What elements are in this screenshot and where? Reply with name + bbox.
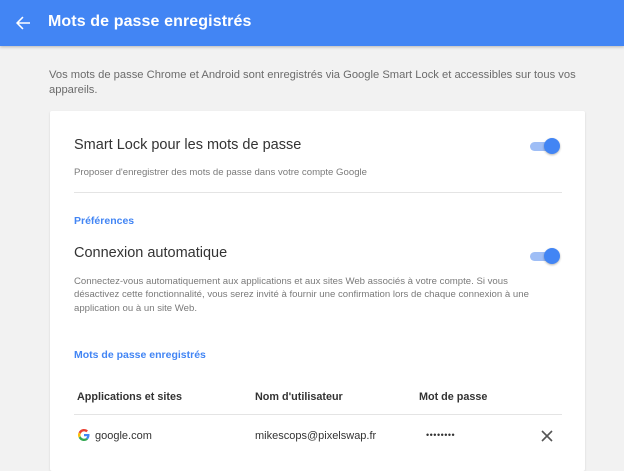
app-header: Mots de passe enregistrés [0, 0, 624, 46]
saved-passwords-label: Mots de passe enregistrés [74, 349, 206, 361]
column-header-username[interactable]: Nom d'utilisateur [255, 391, 343, 403]
preferences-label: Préférences [74, 215, 135, 227]
arrow-left-icon [16, 16, 30, 30]
toggle-knob [544, 138, 560, 154]
smart-lock-description: Proposer d'enregistrer des mots de passe… [74, 167, 367, 178]
auto-signin-description: Connectez-vous automatiquement aux appli… [74, 276, 529, 314]
settings-card: Smart Lock pour les mots de passe Propos… [50, 111, 585, 471]
auto-signin-title: Connexion automatique [74, 245, 228, 261]
smart-lock-toggle[interactable] [528, 138, 560, 154]
page-title: Mots de passe enregistrés [48, 13, 252, 30]
row-password-masked[interactable]: •••••••• [426, 430, 455, 440]
back-button[interactable] [10, 10, 36, 36]
row-username: mikescops@pixelswap.fr [255, 430, 377, 442]
divider [74, 192, 562, 193]
smart-lock-title: Smart Lock pour les mots de passe [74, 137, 302, 153]
column-header-site[interactable]: Applications et sites [77, 391, 182, 403]
google-g-icon [78, 429, 90, 441]
row-site-name: google.com [95, 430, 152, 442]
close-icon[interactable] [541, 430, 553, 442]
auto-signin-toggle[interactable] [528, 248, 560, 264]
table-header-divider [74, 414, 562, 415]
toggle-knob [544, 248, 560, 264]
intro-text: Vos mots de passe Chrome et Android sont… [49, 69, 576, 96]
column-header-password[interactable]: Mot de passe [419, 391, 487, 403]
